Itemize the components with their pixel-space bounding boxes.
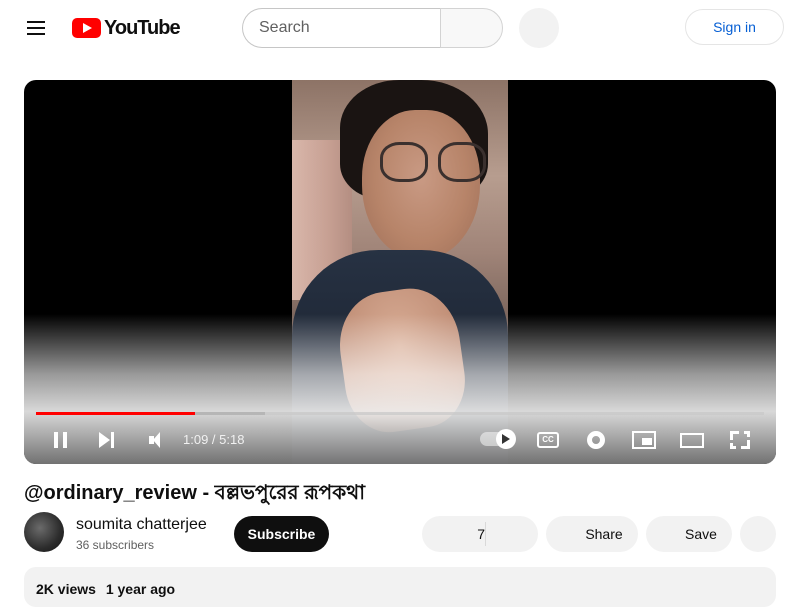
like-button[interactable]: 7	[422, 516, 538, 552]
pause-icon[interactable]	[46, 424, 74, 456]
share-button[interactable]: Share	[546, 516, 638, 552]
like-divider	[485, 522, 486, 546]
more-actions-button[interactable]	[740, 516, 776, 552]
next-icon[interactable]	[92, 424, 120, 456]
youtube-play-icon	[72, 18, 101, 38]
search-button[interactable]	[440, 8, 503, 48]
upload-date: 1 year ago	[105, 581, 176, 597]
description-meta: 2K views 1 year ago	[36, 581, 175, 597]
logo-text: YouTube	[104, 16, 181, 39]
search-input[interactable]: Search	[242, 8, 440, 48]
progress-played	[36, 412, 195, 415]
progress-bar[interactable]	[36, 412, 764, 415]
like-count: 7	[477, 526, 485, 542]
save-button[interactable]: Save	[646, 516, 732, 552]
settings-gear-icon[interactable]	[582, 424, 610, 456]
sign-in-button[interactable]: Sign in	[685, 9, 784, 45]
voice-search-button[interactable]	[519, 8, 559, 48]
description-box[interactable]: 2K views 1 year ago	[24, 567, 776, 607]
theater-mode-icon[interactable]	[678, 424, 706, 456]
player-controls: 1:09 / 5:18 CC	[24, 424, 776, 456]
channel-avatar[interactable]	[24, 512, 64, 552]
captions-icon[interactable]: CC	[534, 424, 562, 456]
hamburger-menu-icon[interactable]	[20, 12, 52, 44]
view-count: 2K views	[36, 581, 96, 597]
masthead: YouTube Search Sign in	[0, 0, 800, 56]
autoplay-play-icon	[502, 434, 510, 444]
time-display: 1:09 / 5:18	[183, 432, 245, 447]
video-player[interactable]: 1:09 / 5:18 CC	[24, 80, 776, 464]
fullscreen-icon[interactable]	[726, 424, 754, 456]
volume-icon[interactable]	[140, 424, 168, 456]
video-frame	[292, 80, 508, 464]
subscribe-button[interactable]: Subscribe	[234, 516, 329, 552]
subscriber-count: 36 subscribers	[76, 538, 155, 552]
youtube-logo[interactable]: YouTube	[72, 16, 181, 40]
video-title: @ordinary_review - বল্লভপুরের রূপকথা	[24, 482, 366, 504]
channel-name[interactable]: soumita chatterjee	[76, 516, 207, 534]
miniplayer-icon[interactable]	[630, 424, 658, 456]
